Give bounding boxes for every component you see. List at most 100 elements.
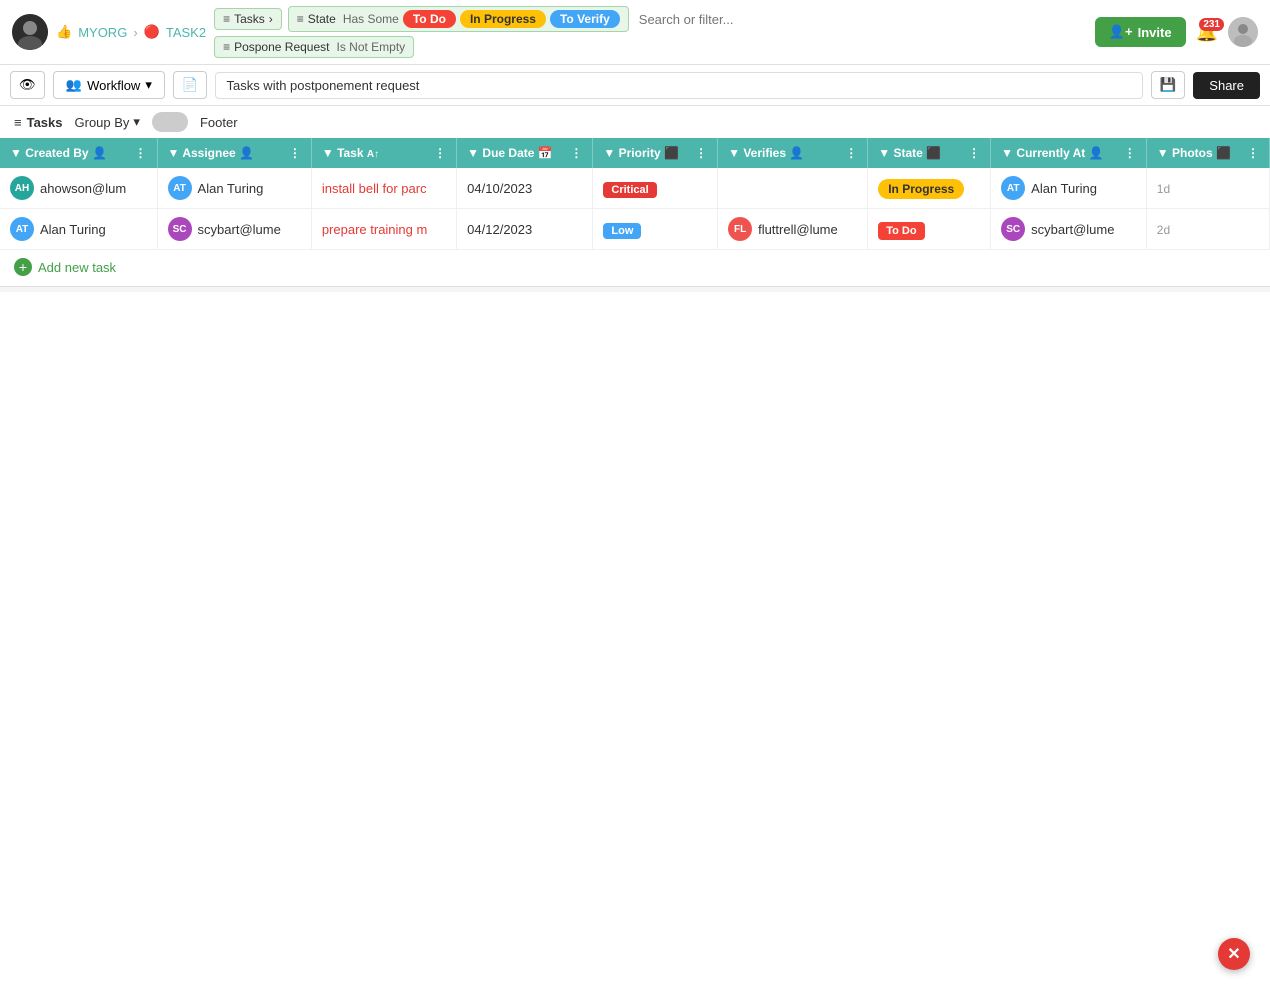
- currently-at-name-1: scybart@lume: [1031, 222, 1114, 237]
- state-badge-0: In Progress: [878, 179, 964, 199]
- tag-toverify[interactable]: To Verify: [550, 10, 620, 28]
- cell-task-1[interactable]: prepare training m: [311, 209, 456, 250]
- project-label[interactable]: TASK2: [166, 25, 206, 40]
- org-label[interactable]: MYORG: [78, 25, 127, 40]
- col-assignee[interactable]: ▼ Assignee 👤 ⋮: [157, 138, 311, 168]
- add-task-button[interactable]: + Add new task: [14, 258, 116, 276]
- invite-label: Invite: [1138, 25, 1172, 40]
- assignee-name-1: scybart@lume: [198, 222, 281, 237]
- document-button[interactable]: 📄: [173, 71, 208, 99]
- cell-verifies-1: FL fluttrell@lume: [718, 209, 868, 250]
- add-icon: +: [14, 258, 32, 276]
- toolbar: 👁 👥 Workflow ▾ 📄 💾 Share: [0, 65, 1270, 106]
- user-menu-avatar[interactable]: [1228, 17, 1258, 47]
- footer-label: Footer: [200, 115, 238, 130]
- col-state-action[interactable]: ⋮: [968, 146, 980, 160]
- col-priority-action[interactable]: ⋮: [695, 146, 707, 160]
- table-row[interactable]: AT Alan Turing SC scybart@lume prepare t…: [0, 209, 1270, 250]
- cell-photos-0: 1d: [1146, 168, 1269, 209]
- filter-state-col-icon: ▼: [878, 146, 890, 160]
- filter-due-date-icon: ▼: [467, 146, 479, 160]
- filter-tasks-label: Tasks: [234, 12, 265, 26]
- cell-verifies-0: [718, 168, 868, 209]
- col-currently-action[interactable]: ⋮: [1124, 146, 1136, 160]
- task-link-1[interactable]: prepare training m: [322, 222, 428, 237]
- priority-badge-0: Critical: [603, 182, 656, 198]
- col-due-date[interactable]: ▼ Due Date 📅 ⋮: [457, 138, 593, 168]
- tasks-table: ▼ Created By 👤 ⋮ ▼ Assignee 👤 ⋮ ▼ Task A…: [0, 138, 1270, 250]
- view-title-input[interactable]: [215, 72, 1142, 99]
- priority-badge-1: Low: [603, 223, 641, 239]
- view-toggle-button[interactable]: 👁: [10, 71, 45, 99]
- verifies-person-icon: 👤: [789, 146, 804, 160]
- person-icon-assignee: 👤: [239, 146, 254, 160]
- person-icon-created: 👤: [92, 146, 107, 160]
- cell-priority-1: Low: [593, 209, 718, 250]
- col-state[interactable]: ▼ State ⬛ ⋮: [868, 138, 991, 168]
- save-button[interactable]: 💾: [1151, 71, 1186, 99]
- cell-state-1: To Do: [868, 209, 991, 250]
- footer-toggle[interactable]: [152, 112, 188, 132]
- tag-inprogress[interactable]: In Progress: [460, 10, 546, 28]
- table-row[interactable]: AH ahowson@lum AT Alan Turing install be…: [0, 168, 1270, 209]
- cell-task-0[interactable]: install bell for parc: [311, 168, 456, 209]
- col-photos-action[interactable]: ⋮: [1247, 146, 1259, 160]
- filter-area: ≡ Tasks › ≡ State Has Some To Do In Prog…: [214, 6, 1087, 58]
- tasks-table-wrap: ▼ Created By 👤 ⋮ ▼ Assignee 👤 ⋮ ▼ Task A…: [0, 138, 1270, 250]
- table-header: ▼ Created By 👤 ⋮ ▼ Assignee 👤 ⋮ ▼ Task A…: [0, 138, 1270, 168]
- breadcrumb-chevron: ›: [133, 25, 137, 40]
- table-options-row: ≡ Tasks Group By ▾ Footer: [0, 106, 1270, 138]
- filter-tasks-pill[interactable]: ≡ Tasks ›: [214, 8, 282, 30]
- days-1: 2d: [1157, 223, 1170, 237]
- user-avatar-main[interactable]: [12, 14, 48, 50]
- col-due-action[interactable]: ⋮: [570, 146, 582, 160]
- avatar-created-by-1: AT: [10, 217, 34, 241]
- cell-created-by-1: AT Alan Turing: [0, 209, 157, 250]
- group-by-control[interactable]: Group By ▾: [75, 114, 140, 130]
- avatar-created-by-0: AH: [10, 176, 34, 200]
- state-square-icon: ⬛: [926, 146, 941, 160]
- currently-at-name-0: Alan Turing: [1031, 181, 1097, 196]
- workflow-chevron-icon: ▾: [145, 77, 152, 93]
- filter-row-1: ≡ Tasks › ≡ State Has Some To Do In Prog…: [214, 6, 1087, 32]
- filter-row-2: ≡ Pospone Request Is Not Empty: [214, 36, 1087, 58]
- col-photos[interactable]: ▼ Photos ⬛ ⋮: [1146, 138, 1269, 168]
- filter-task-icon: ▼: [322, 146, 334, 160]
- cell-assignee-1: SC scybart@lume: [157, 209, 311, 250]
- project-icon: 🔴: [144, 24, 160, 40]
- col-task[interactable]: ▼ Task A↑ ⋮: [311, 138, 456, 168]
- org-nav: 👍 MYORG › 🔴 TASK2: [56, 24, 206, 40]
- search-input[interactable]: [635, 8, 1087, 31]
- filter-postpone-pill[interactable]: ≡ Pospone Request Is Not Empty: [214, 36, 414, 58]
- filter-state-icon: ≡: [297, 12, 304, 26]
- filter-postpone-field: Pospone Request: [234, 40, 329, 54]
- horizontal-scrollbar[interactable]: [0, 286, 1270, 292]
- avatar-currently-at-1: SC: [1001, 217, 1025, 241]
- days-0: 1d: [1157, 182, 1170, 196]
- tag-todo[interactable]: To Do: [403, 10, 456, 28]
- filter-state-op: Has Some: [343, 12, 399, 26]
- created-by-name-1: Alan Turing: [40, 222, 106, 237]
- col-priority[interactable]: ▼ Priority ⬛ ⋮: [593, 138, 718, 168]
- cell-currently-at-1: SC scybart@lume: [991, 209, 1147, 250]
- tasks-label: ≡ Tasks: [14, 115, 63, 130]
- task-link-0[interactable]: install bell for parc: [322, 181, 427, 196]
- col-task-action[interactable]: ⋮: [434, 146, 446, 160]
- col-assignee-action[interactable]: ⋮: [289, 146, 301, 160]
- doc-icon: 📄: [182, 77, 199, 92]
- filter-assignee-icon: ▼: [168, 146, 180, 160]
- col-currently-at[interactable]: ▼ Currently At 👤 ⋮: [991, 138, 1147, 168]
- avatar-currently-at-0: AT: [1001, 176, 1025, 200]
- state-badge-1: To Do: [878, 222, 924, 240]
- share-button[interactable]: Share: [1193, 72, 1260, 99]
- col-created-by[interactable]: ▼ Created By 👤 ⋮: [0, 138, 157, 168]
- invite-button[interactable]: 👤+ Invite: [1095, 17, 1186, 47]
- workflow-button[interactable]: 👥 Workflow ▾: [53, 71, 165, 99]
- filter-state-pill[interactable]: ≡ State Has Some To Do In Progress To Ve…: [288, 6, 629, 32]
- filter-tasks-arrow: ›: [269, 12, 273, 26]
- col-verifies-action[interactable]: ⋮: [845, 146, 857, 160]
- notifications-button[interactable]: 🔔 231: [1196, 22, 1218, 43]
- filter-state-field: State: [308, 12, 336, 26]
- col-verifies[interactable]: ▼ Verifies 👤 ⋮: [718, 138, 868, 168]
- col-created-by-action[interactable]: ⋮: [135, 146, 147, 160]
